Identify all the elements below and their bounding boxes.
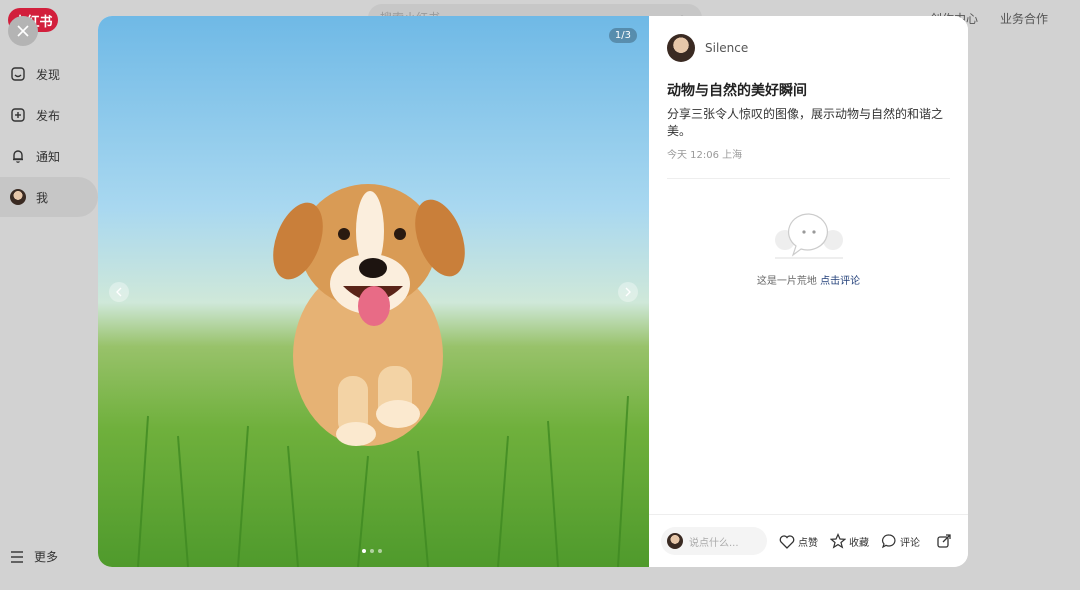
carousel-dot[interactable] (370, 549, 374, 553)
next-image-button[interactable] (618, 282, 638, 302)
carousel-dots (362, 549, 382, 553)
carousel-dot[interactable] (362, 549, 366, 553)
note-description: 分享三张令人惊叹的图像，展示动物与自然的和谐之美。 (667, 107, 944, 138)
heart-icon (779, 534, 795, 549)
author-name[interactable]: Silence (705, 41, 748, 55)
empty-comments: 这是一片荒地 点击评论 (649, 210, 968, 287)
empty-comments-text: 这是一片荒地 点击评论 (757, 272, 860, 287)
discover-icon (11, 67, 25, 81)
avatar (667, 533, 683, 549)
star-icon (830, 533, 846, 549)
comment-label: 评论 (900, 537, 920, 549)
carousel-dot[interactable] (378, 549, 382, 553)
sidebar: 发现 发布 通知 我 (0, 54, 98, 218)
sidebar-more[interactable]: 更多 (10, 548, 58, 565)
divider (667, 178, 950, 179)
sidebar-item-me[interactable]: 我 (0, 177, 98, 217)
comment-icon (881, 534, 896, 549)
sidebar-item-label: 通知 (36, 149, 61, 164)
sidebar-item-publish[interactable]: 发布 (0, 95, 98, 135)
comment-button[interactable]: 评论 (881, 533, 920, 549)
sidebar-item-notifications[interactable]: 通知 (0, 136, 98, 176)
collect-label: 收藏 (849, 537, 869, 549)
close-icon (17, 25, 29, 37)
prev-image-button[interactable] (109, 282, 129, 302)
engagement-bar: 说点什么... 点赞 收藏 评论 (649, 514, 968, 567)
image-counter: 1/3 (608, 28, 637, 43)
plus-square-icon (11, 108, 25, 122)
avatar (10, 189, 26, 205)
share-icon (937, 534, 951, 548)
like-button[interactable]: 点赞 (779, 534, 818, 549)
sidebar-item-label: 发现 (36, 67, 61, 82)
share-button[interactable] (936, 533, 952, 549)
author-avatar[interactable] (667, 34, 695, 62)
chevron-right-icon (625, 287, 631, 297)
note-modal: 1/3 Silence 动物与自然的美好瞬间 分享三张令人惊叹的图像，展示动物与… (98, 16, 968, 567)
close-button[interactable] (8, 16, 38, 46)
sidebar-more-label: 更多 (34, 550, 59, 564)
comment-input[interactable]: 说点什么... (661, 527, 767, 555)
click-to-comment-link[interactable]: 点击评论 (820, 276, 860, 287)
puppy-image (137, 184, 629, 567)
empty-message: 这是一片荒地 (756, 276, 817, 287)
image-carousel[interactable]: 1/3 (98, 16, 649, 567)
empty-chat-icon (774, 213, 843, 259)
comment-placeholder: 说点什么... (689, 537, 739, 549)
bell-icon (13, 150, 23, 163)
note-detail-panel: Silence 动物与自然的美好瞬间 分享三张令人惊叹的图像，展示动物与自然的和… (649, 16, 968, 567)
author-info[interactable]: Silence (667, 34, 748, 62)
note-meta: 今天 12:06 上海 (667, 150, 743, 161)
like-label: 点赞 (798, 537, 818, 549)
menu-icon (11, 550, 23, 563)
nav-business[interactable]: 业务合作 (1000, 10, 1048, 27)
chevron-left-icon (116, 287, 122, 297)
note-title: 动物与自然的美好瞬间 (667, 83, 807, 99)
sidebar-item-label: 我 (36, 190, 49, 205)
sidebar-item-discover[interactable]: 发现 (0, 54, 98, 94)
collect-button[interactable]: 收藏 (830, 533, 869, 549)
sidebar-item-label: 发布 (36, 108, 61, 123)
